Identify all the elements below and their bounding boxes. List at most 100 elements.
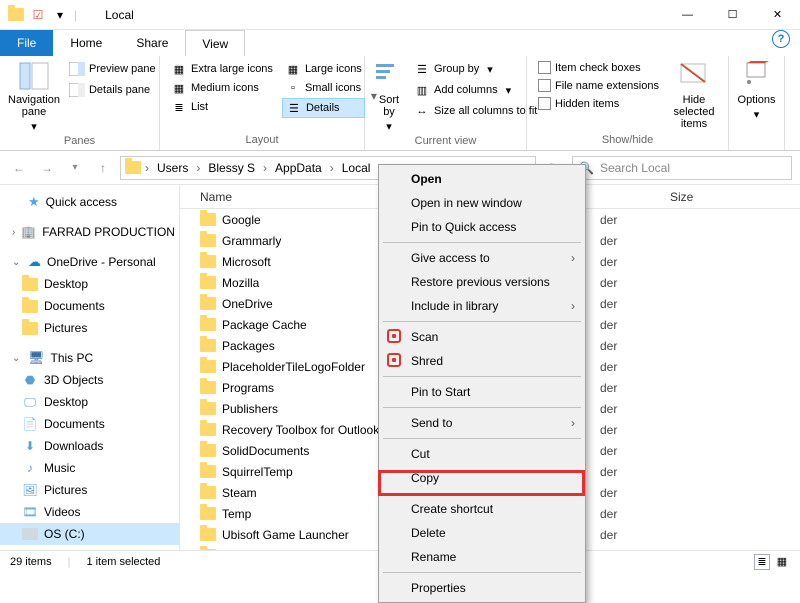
- layout-large[interactable]: ▦Large icons: [282, 60, 365, 78]
- crumb-user[interactable]: Blessy S: [204, 161, 259, 175]
- ctx-properties[interactable]: Properties: [381, 576, 583, 600]
- pictures-icon: 🖼: [22, 482, 38, 498]
- options-label: Options: [738, 94, 776, 106]
- nav-os-c[interactable]: OS (C:): [0, 523, 179, 545]
- details-pane-icon: [69, 82, 85, 98]
- ctx-delete[interactable]: Delete: [381, 521, 583, 545]
- group-current-label: Current view: [373, 133, 518, 149]
- folder-icon: [200, 527, 216, 543]
- sort-by-button[interactable]: Sort by ▾: [373, 60, 405, 133]
- crumb-appdata[interactable]: AppData: [271, 161, 326, 175]
- ctx-restore-versions[interactable]: Restore previous versions: [381, 270, 583, 294]
- documents-icon: 📄: [22, 416, 38, 432]
- layout-extra-large[interactable]: ▦Extra large icons: [168, 60, 276, 78]
- ctx-send-to[interactable]: Send to: [381, 411, 583, 435]
- maximize-button[interactable]: ☐: [710, 0, 755, 30]
- ctx-give-access[interactable]: Give access to: [381, 246, 583, 270]
- window-title: Local: [105, 8, 134, 22]
- nav-music[interactable]: ♪Music: [0, 457, 179, 479]
- ctx-cut[interactable]: Cut: [381, 442, 583, 466]
- nav-pictures[interactable]: 🖼Pictures: [0, 479, 179, 501]
- group-by-button[interactable]: ☰Group by▾: [411, 60, 540, 78]
- desktop-icon: 🖵: [22, 394, 38, 410]
- forward-button[interactable]: →: [36, 157, 58, 179]
- layout-small[interactable]: ▫Small icons: [282, 79, 365, 97]
- folder-icon: [200, 275, 216, 291]
- file-name: Recovery Toolbox for Outlook Pas: [222, 423, 403, 437]
- nav-od-pictures[interactable]: Pictures: [0, 317, 179, 339]
- back-button[interactable]: ←: [8, 157, 30, 179]
- ctx-copy[interactable]: Copy: [381, 466, 583, 490]
- nav-this-pc[interactable]: ⌄🖥This PC: [0, 347, 179, 369]
- ctx-open[interactable]: Open: [381, 167, 583, 191]
- search-placeholder: Search Local: [600, 161, 670, 175]
- navigation-pane-icon: [18, 60, 50, 92]
- qat-dropdown-icon[interactable]: ▾: [52, 7, 68, 23]
- folder-icon: [200, 359, 216, 375]
- preview-pane-icon: [69, 61, 85, 77]
- nav-farrad[interactable]: ›🏢FARRAD PRODUCTION: [0, 221, 179, 243]
- nav-3d-objects[interactable]: ⬣3D Objects: [0, 369, 179, 391]
- tab-home[interactable]: Home: [53, 30, 119, 56]
- folder-icon: [200, 422, 216, 438]
- search-input[interactable]: 🔍 Search Local: [572, 156, 792, 180]
- nav-od-documents[interactable]: Documents: [0, 295, 179, 317]
- nav-downloads[interactable]: ⬇Downloads: [0, 435, 179, 457]
- file-extensions-toggle[interactable]: File name extensions: [535, 78, 662, 93]
- file-name: Package Cache: [222, 318, 307, 332]
- ctx-pin-quick-access[interactable]: Pin to Quick access: [381, 215, 583, 239]
- fit-columns-icon: ↔: [414, 103, 430, 119]
- file-type-trunc: der: [600, 423, 800, 437]
- nav-desktop[interactable]: 🖵Desktop: [0, 391, 179, 413]
- ctx-scan[interactable]: Scan: [381, 325, 583, 349]
- minimize-button[interactable]: —: [665, 0, 710, 30]
- options-button[interactable]: Options ▾: [737, 60, 776, 144]
- file-name: PlaceholderTileLogoFolder: [222, 360, 365, 374]
- layout-medium[interactable]: ▦Medium icons: [168, 79, 276, 97]
- sort-by-label: Sort by: [373, 94, 405, 118]
- qat-checkbox-icon[interactable]: ☑: [30, 7, 46, 23]
- preview-pane-button[interactable]: Preview pane: [66, 60, 159, 78]
- layout-list[interactable]: ≣List: [168, 98, 276, 116]
- recent-button[interactable]: ▾: [64, 157, 86, 179]
- checkbox-icon: [538, 97, 551, 110]
- folder-icon: [200, 443, 216, 459]
- navigation-pane-button[interactable]: Navigation pane ▾: [8, 60, 60, 133]
- nav-onedrive[interactable]: ⌄☁OneDrive - Personal: [0, 251, 179, 273]
- layout-details[interactable]: ☰Details: [282, 98, 365, 118]
- close-button[interactable]: ✕: [755, 0, 800, 30]
- tab-share[interactable]: Share: [119, 30, 185, 56]
- ctx-create-shortcut[interactable]: Create shortcut: [381, 497, 583, 521]
- folder-icon: [200, 401, 216, 417]
- file-name: Grammarly: [222, 234, 281, 248]
- view-details-icon[interactable]: ≣: [754, 554, 770, 570]
- crumb-users[interactable]: Users: [153, 161, 192, 175]
- nav-videos[interactable]: 🎞Videos: [0, 501, 179, 523]
- tab-view[interactable]: View: [185, 30, 245, 56]
- folder-icon: [125, 160, 141, 176]
- item-checkboxes-toggle[interactable]: Item check boxes: [535, 60, 662, 75]
- group-panes-label: Panes: [8, 133, 151, 149]
- details-pane-button[interactable]: Details pane: [66, 81, 159, 99]
- crumb-local[interactable]: Local: [338, 161, 375, 175]
- ctx-include-library[interactable]: Include in library: [381, 294, 583, 318]
- nav-od-desktop[interactable]: Desktop: [0, 273, 179, 295]
- ctx-open-new-window[interactable]: Open in new window: [381, 191, 583, 215]
- size-columns-button[interactable]: ↔Size all columns to fit: [411, 102, 540, 120]
- view-large-icon[interactable]: ▦: [774, 554, 790, 570]
- nav-documents[interactable]: 📄Documents: [0, 413, 179, 435]
- music-icon: ♪: [22, 460, 38, 476]
- ctx-rename[interactable]: Rename: [381, 545, 583, 569]
- ctx-pin-start[interactable]: Pin to Start: [381, 380, 583, 404]
- tab-file[interactable]: File: [0, 30, 53, 56]
- large-icon: ▦: [285, 61, 301, 77]
- nav-quick-access[interactable]: ★Quick access: [0, 191, 179, 213]
- up-button[interactable]: ↑: [92, 157, 114, 179]
- ctx-shred[interactable]: Shred: [381, 349, 583, 373]
- file-type-trunc: der: [600, 549, 800, 551]
- add-columns-button[interactable]: ▥Add columns▾: [411, 81, 540, 99]
- help-icon[interactable]: ?: [772, 30, 790, 48]
- hidden-items-toggle[interactable]: Hidden items: [535, 96, 662, 111]
- file-name: Microsoft: [222, 255, 271, 269]
- hide-selected-button[interactable]: Hide selected items: [668, 60, 720, 132]
